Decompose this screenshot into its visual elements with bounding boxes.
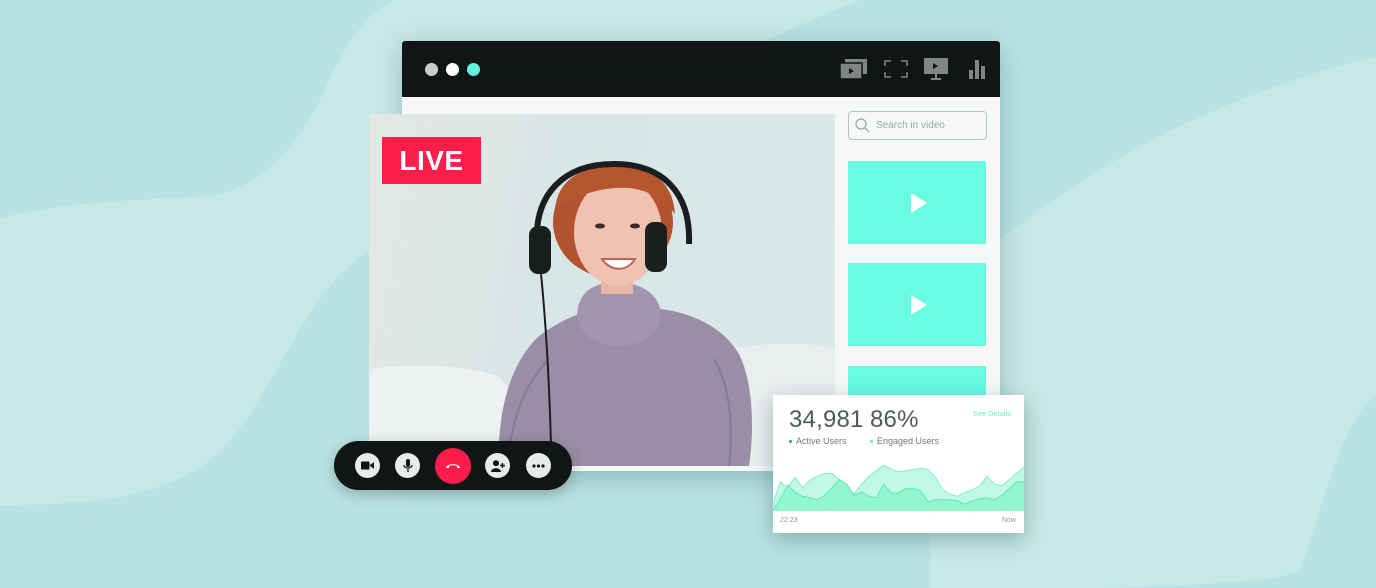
analytics-card: 34,981 86% Active Users Engaged Users Se… xyxy=(773,395,1024,533)
play-icon xyxy=(911,192,927,213)
search-input[interactable] xyxy=(876,120,976,131)
more-options-button[interactable] xyxy=(526,453,551,478)
legend-dot-active xyxy=(789,439,792,443)
cast-screen-icon[interactable] xyxy=(923,56,949,82)
video-thumbnail[interactable] xyxy=(848,161,986,244)
x-axis-start-label: 22:23 xyxy=(780,517,798,524)
window-titlebar xyxy=(402,41,1000,97)
call-controls xyxy=(334,441,572,490)
end-call-button[interactable] xyxy=(435,448,471,484)
picture-in-picture-icon[interactable] xyxy=(839,56,869,82)
x-axis-end-label: Now xyxy=(1001,517,1016,524)
active-users-label: Active Users xyxy=(789,436,847,446)
add-participant-button[interactable] xyxy=(485,453,510,478)
microphone-button[interactable] xyxy=(395,453,420,478)
window-dot-teal[interactable] xyxy=(467,63,480,76)
camera-button[interactable] xyxy=(355,453,380,478)
add-user-icon xyxy=(490,459,505,472)
microphone-icon xyxy=(402,458,413,472)
legend-text-engaged: Engaged Users xyxy=(877,436,940,446)
engaged-users-value: 86% xyxy=(870,406,919,433)
video-camera-icon xyxy=(361,461,374,470)
play-icon xyxy=(911,294,927,315)
search-box[interactable] xyxy=(848,111,987,140)
live-badge: LIVE xyxy=(382,137,481,184)
engaged-users-label: Engaged Users xyxy=(870,436,939,446)
window-dot-white[interactable] xyxy=(446,63,459,76)
fullscreen-icon[interactable] xyxy=(884,56,908,82)
video-thumbnail[interactable] xyxy=(848,263,986,346)
window-dot-grey[interactable] xyxy=(425,63,438,76)
legend-text-active: Active Users xyxy=(796,436,847,446)
analytics-icon[interactable] xyxy=(968,56,986,82)
see-details-link[interactable]: See Details xyxy=(973,409,1011,418)
legend-dot-engaged xyxy=(870,439,873,443)
more-horizontal-icon xyxy=(532,463,545,468)
active-users-value: 34,981 xyxy=(789,406,864,433)
search-icon xyxy=(855,118,870,133)
phone-hangup-icon xyxy=(446,464,460,468)
area-chart xyxy=(773,464,1024,511)
